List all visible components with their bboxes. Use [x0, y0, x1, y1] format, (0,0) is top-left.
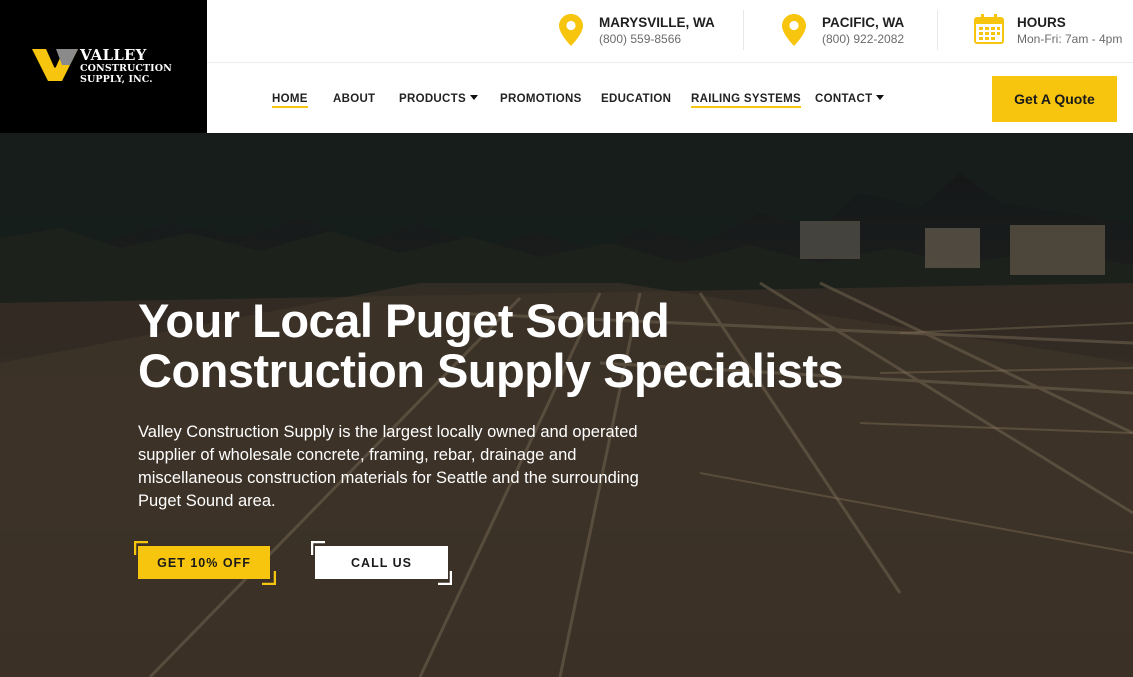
call-us-cta: CALL US	[311, 541, 453, 585]
corner-bracket-icon	[438, 571, 452, 585]
hero-heading: Your Local Puget Sound Construction Supp…	[138, 296, 898, 396]
hero-heading-line2: Construction Supply Specialists	[138, 344, 844, 397]
get-discount-cta: GET 10% OFF	[134, 541, 276, 585]
location-phone[interactable]: (800) 559-8566	[599, 32, 681, 46]
nav-railing-systems[interactable]: RAILING SYSTEMS	[691, 93, 801, 108]
location-title: MARYSVILLE, WA	[599, 15, 715, 30]
site-header: VALLEY CONSTRUCTION SUPPLY, INC. MARYSVI…	[0, 0, 1133, 133]
nav-about[interactable]: ABOUT	[333, 93, 375, 105]
logo-line-construction: CONSTRUCTION	[80, 63, 172, 74]
map-pin-icon	[559, 14, 583, 46]
nav-contact[interactable]: CONTACT	[815, 93, 885, 105]
logo-line-valley: VALLEY	[80, 46, 147, 64]
nav-products-label: PRODUCTS	[399, 93, 466, 105]
location-marysville[interactable]: MARYSVILLE, WA (800) 559-8566	[559, 14, 719, 50]
corner-bracket-icon	[262, 571, 276, 585]
logo-wordmark: VALLEY CONSTRUCTION SUPPLY, INC.	[80, 48, 172, 84]
hero-section: Your Local Puget Sound Construction Supp…	[0, 133, 1133, 677]
divider	[937, 10, 938, 50]
hero-background-image	[0, 133, 1133, 677]
valley-logo-mark-icon	[32, 49, 78, 81]
nav-contact-label: CONTACT	[815, 93, 873, 105]
caret-down-icon	[469, 95, 478, 100]
nav-home[interactable]: HOME	[272, 93, 308, 108]
main-nav: HOME ABOUT PRODUCTS PROMOTIONS EDUCATION…	[207, 64, 1133, 133]
business-hours: HOURS Mon-Fri: 7am - 4pm	[974, 14, 1129, 50]
divider	[743, 10, 744, 50]
call-us-button[interactable]: CALL US	[315, 546, 448, 579]
get-10-off-button[interactable]: GET 10% OFF	[138, 546, 270, 579]
hours-value: Mon-Fri: 7am - 4pm	[1017, 32, 1123, 46]
hero-description: Valley Construction Supply is the larges…	[138, 423, 639, 510]
logo-line-supply: SUPPLY, INC.	[80, 73, 153, 85]
nav-products[interactable]: PRODUCTS	[399, 93, 478, 105]
nav-education[interactable]: EDUCATION	[601, 93, 671, 105]
map-pin-icon	[782, 14, 806, 46]
location-phone[interactable]: (800) 922-2082	[822, 32, 904, 46]
logo[interactable]: VALLEY CONSTRUCTION SUPPLY, INC.	[0, 0, 207, 133]
nav-promotions[interactable]: PROMOTIONS	[500, 93, 582, 105]
hours-title: HOURS	[1017, 15, 1066, 30]
location-title: PACIFIC, WA	[822, 15, 905, 30]
hero-heading-line1: Your Local Puget Sound	[138, 294, 670, 347]
calendar-icon	[974, 14, 1004, 44]
get-a-quote-button[interactable]: Get A Quote	[992, 76, 1117, 122]
caret-down-icon	[876, 95, 885, 100]
location-pacific[interactable]: PACIFIC, WA (800) 922-2082	[782, 14, 932, 50]
contact-topbar: MARYSVILLE, WA (800) 559-8566 PACIFIC, W…	[207, 0, 1133, 63]
